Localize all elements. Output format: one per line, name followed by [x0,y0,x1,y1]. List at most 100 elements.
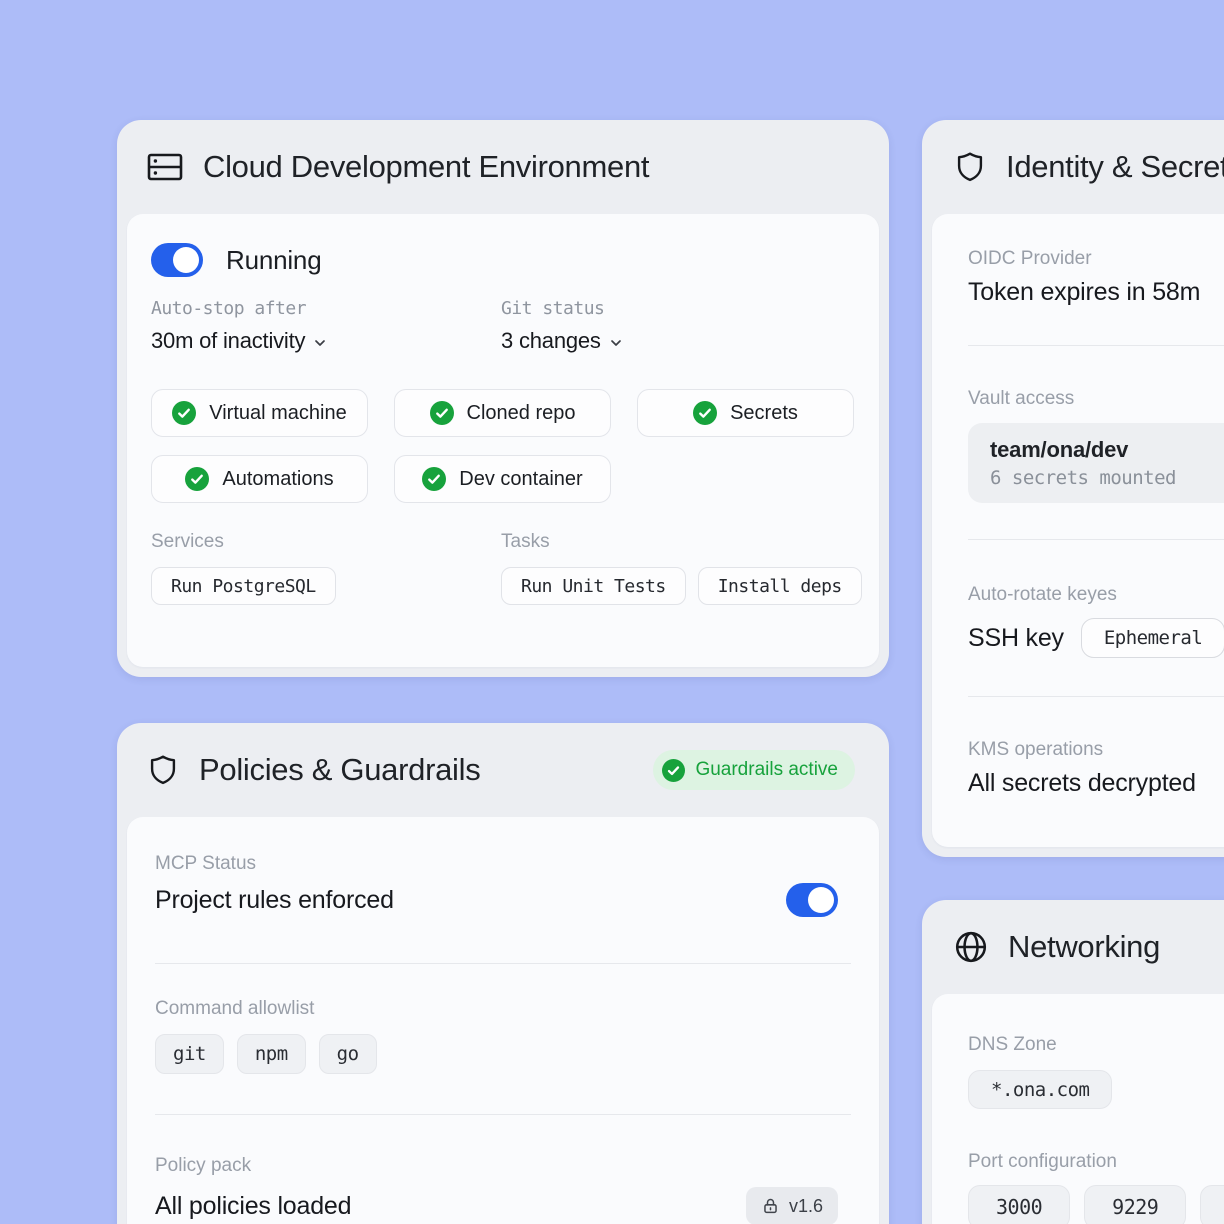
ssh-key-row: SSH key Ephemeral [968,618,1224,658]
port-chip-9229: 9229 [1084,1185,1186,1224]
networking-card-header: Networking [922,900,1224,994]
kms-section: KMS operations All secrets decrypted [968,739,1224,798]
auto-stop-field: Auto-stop after 30m of inactivity [151,298,501,354]
divider [968,345,1224,346]
policy-pack-value: All policies loaded [155,1192,351,1221]
dns-section: DNS Zone *.ona.com [968,1034,1224,1109]
allowlist-chips: git npm go [155,1034,851,1074]
git-status-field: Git status 3 changes [501,298,855,354]
project-rules-toggle[interactable] [786,883,838,917]
identity-secrets-card: Identity & Secrets OIDC Provider Token e… [922,120,1224,857]
policy-pack-label: Policy pack [155,1155,851,1177]
port-chip-3000: 3000 [968,1185,1070,1224]
networking-card-body: DNS Zone *.ona.com Port configuration 30… [932,994,1224,1224]
cloud-card-body: Running Auto-stop after 30m of inactivit… [127,214,879,667]
install-deps-button[interactable]: Install deps [698,567,862,605]
vault-path-box: team/ona/dev 6 secrets mounted [968,423,1224,503]
status-chip-label: Dev container [459,468,582,491]
mcp-status-label: MCP Status [155,853,851,875]
server-icon [146,151,184,183]
toggle-knob [173,247,199,273]
git-status-value: 3 changes [501,328,601,354]
check-circle-icon [430,401,454,425]
services-buttons: Run PostgreSQL [151,567,501,605]
vault-path: team/ona/dev [990,437,1224,463]
dns-zone-chip: *.ona.com [968,1070,1112,1109]
run-postgresql-button[interactable]: Run PostgreSQL [151,567,336,605]
kms-value: All secrets decrypted [968,769,1224,798]
identity-card-header: Identity & Secrets [922,120,1224,214]
auto-rotate-label: Auto-rotate keyes [968,584,1224,606]
chevron-down-icon [608,335,624,351]
port-chips: 3000 9229 HTTPS [968,1185,1224,1224]
identity-card-body: OIDC Provider Token expires in 58m Vault… [932,214,1224,847]
auto-rotate-section: Auto-rotate keyes SSH key Ephemeral [968,584,1224,658]
tasks-section: Tasks Run Unit Tests Install deps [501,531,862,605]
port-chip-https: HTTPS [1200,1185,1224,1224]
cloud-dev-environment-card: Cloud Development Environment Running Au… [117,120,889,677]
vault-label: Vault access [968,388,1224,410]
auto-stop-dropdown[interactable]: 30m of inactivity [151,328,328,354]
divider [968,539,1224,540]
oidc-label: OIDC Provider [968,248,1224,270]
environment-status-row: Running [151,243,855,277]
dns-zone-label: DNS Zone [968,1034,1224,1056]
page-title: Networking [1008,929,1160,965]
allowlist-label: Command allowlist [155,998,851,1020]
git-status-dropdown[interactable]: 3 changes [501,328,624,354]
shield-icon [953,149,987,185]
check-circle-icon [422,467,446,491]
shield-icon [146,752,180,788]
run-unit-tests-button[interactable]: Run Unit Tests [501,567,686,605]
status-chip-virtual-machine: Virtual machine [151,389,368,437]
kms-label: KMS operations [968,739,1224,761]
status-chip-automations: Automations [151,455,368,503]
toggle-knob [808,887,834,913]
policy-version-label: v1.6 [789,1196,823,1217]
check-circle-icon [662,759,685,782]
tasks-buttons: Run Unit Tests Install deps [501,567,862,605]
tasks-label: Tasks [501,531,862,553]
check-circle-icon [185,467,209,491]
status-chip-label: Virtual machine [209,402,346,425]
allowlist-chip-git: git [155,1034,224,1074]
page-title: Cloud Development Environment [203,149,649,185]
provision-status-grid: Virtual machine Cloned repo Secrets Auto… [151,389,855,503]
divider [968,696,1224,697]
port-configuration-label: Port configuration [968,1151,1224,1173]
allowlist-chip-npm: npm [237,1034,306,1074]
ssh-key-value: SSH key [968,624,1064,653]
auto-stop-value: 30m of inactivity [151,328,305,354]
policies-guardrails-card: Policies & Guardrails Guardrails active … [117,723,889,1224]
badge-label: Guardrails active [695,759,838,781]
mcp-section: MCP Status Project rules enforced [155,853,851,917]
status-chip-dev-container: Dev container [394,455,611,503]
services-section: Services Run PostgreSQL [151,531,501,605]
policy-version-pill: v1.6 [746,1187,838,1224]
status-chip-cloned-repo: Cloned repo [394,389,611,437]
auto-stop-label: Auto-stop after [151,298,501,319]
git-status-label: Git status [501,298,855,319]
running-toggle[interactable] [151,243,203,277]
chevron-down-icon [312,335,328,351]
oidc-value: Token expires in 58m [968,278,1224,307]
actions-row: Services Run PostgreSQL Tasks Run Unit T… [151,531,855,605]
globe-icon [953,929,989,965]
services-label: Services [151,531,501,553]
allowlist-chip-go: go [319,1034,377,1074]
page-title: Policies & Guardrails [199,752,480,788]
lock-icon [761,1196,780,1216]
cloud-card-header: Cloud Development Environment [117,120,889,214]
ports-section: Port configuration 3000 9229 HTTPS [968,1151,1224,1224]
check-circle-icon [172,401,196,425]
policies-card-header: Policies & Guardrails Guardrails active [117,723,889,817]
page-title: Identity & Secrets [1006,149,1224,185]
mcp-status-value: Project rules enforced [155,886,394,915]
check-circle-icon [693,401,717,425]
vault-section: Vault access team/ona/dev 6 secrets moun… [968,388,1224,503]
oidc-section: OIDC Provider Token expires in 58m [968,248,1224,307]
settings-row: Auto-stop after 30m of inactivity Git st… [151,298,855,354]
desktop-background: Cloud Development Environment Running Au… [0,0,1224,1224]
allowlist-section: Command allowlist git npm go [155,998,851,1074]
status-chip-secrets: Secrets [637,389,854,437]
